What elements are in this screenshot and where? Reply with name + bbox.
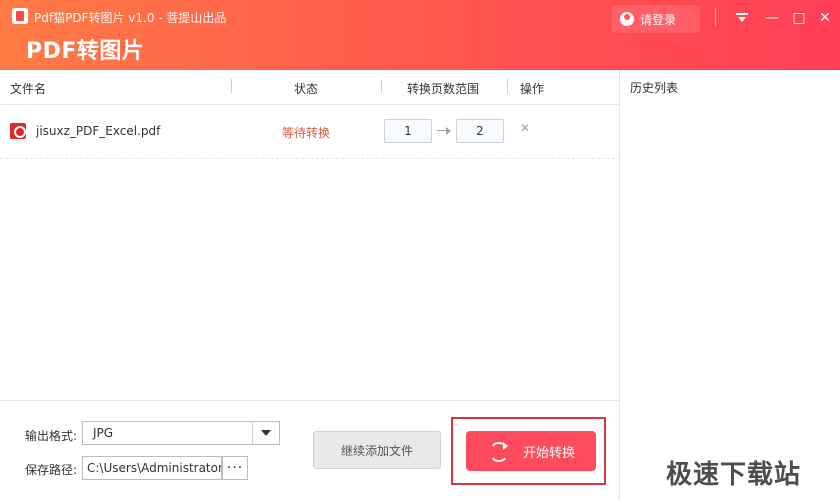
refresh-icon: [487, 440, 509, 462]
user-icon: [620, 12, 634, 26]
bottom-control-bar: 输出格式: JPG 保存路径: C:\Users\Administrator ·…: [0, 400, 620, 500]
page-range-start-input[interactable]: 1: [384, 119, 432, 143]
minimize-button[interactable]: —: [763, 9, 781, 27]
brand-title: PDF转图片: [26, 39, 145, 64]
start-conversion-label: 开始转换: [522, 445, 575, 461]
column-header-page-range: 转换页数范围: [407, 82, 480, 96]
save-path-input[interactable]: C:\Users\Administrator: [82, 456, 222, 480]
save-path-label: 保存路径:: [25, 463, 78, 477]
column-separator: [381, 79, 382, 93]
login-button[interactable]: 请登录: [612, 5, 700, 33]
maximize-icon: □: [792, 10, 806, 26]
column-separator: [231, 79, 232, 93]
conversion-status: 等待转换: [282, 126, 331, 140]
output-format-value: JPG: [93, 426, 114, 440]
page-range-end-input[interactable]: 2: [456, 119, 504, 143]
add-more-files-button[interactable]: 继续添加文件: [313, 431, 441, 469]
column-header-actions: 操作: [520, 82, 545, 96]
arrow-right-icon: [437, 126, 451, 136]
file-list-panel: 文件名 状态 转换页数范围 操作 jisuxz_PDF_Excel.pdf 等待…: [0, 70, 620, 500]
output-format-select[interactable]: JPG: [82, 421, 280, 445]
column-header-filename: 文件名: [10, 82, 47, 96]
history-list-title: 历史列表: [630, 81, 679, 95]
site-watermark: 极速下载站: [666, 460, 802, 490]
save-path-value: C:\Users\Administrator: [87, 461, 221, 475]
browse-folder-button[interactable]: ···: [222, 456, 248, 480]
app-logo-icon: [12, 8, 28, 24]
table-header: 文件名 状态 转换页数范围 操作: [0, 70, 620, 105]
close-button[interactable]: ✕: [816, 9, 834, 27]
close-icon: ✕: [819, 10, 831, 26]
chevron-down-icon[interactable]: [252, 422, 279, 444]
file-name: jisuxz_PDF_Excel.pdf: [36, 124, 161, 138]
table-row[interactable]: jisuxz_PDF_Excel.pdf 等待转换 1 2 ✕: [0, 104, 620, 159]
login-label: 请登录: [640, 12, 677, 27]
minimize-icon: —: [765, 10, 779, 26]
header-divider: [715, 8, 716, 26]
column-header-status: 状态: [294, 82, 319, 96]
delete-icon[interactable]: ✕: [520, 122, 532, 134]
header-bar: Pdf猫PDF转图片 v1.0 - 菩提山出品 PDF转图片 请登录 — □ ✕: [0, 0, 840, 70]
start-conversion-button[interactable]: 开始转换: [466, 431, 596, 471]
column-separator: [507, 79, 508, 93]
history-panel: 历史列表: [620, 70, 840, 500]
window-title: Pdf猫PDF转图片 v1.0 - 菩提山出品: [34, 11, 227, 25]
output-format-label: 输出格式:: [25, 429, 78, 443]
pdf-file-icon: [10, 123, 26, 139]
menu-dropdown-icon: [736, 13, 748, 23]
menu-dropdown-button[interactable]: [733, 9, 751, 27]
maximize-button[interactable]: □: [790, 9, 808, 27]
